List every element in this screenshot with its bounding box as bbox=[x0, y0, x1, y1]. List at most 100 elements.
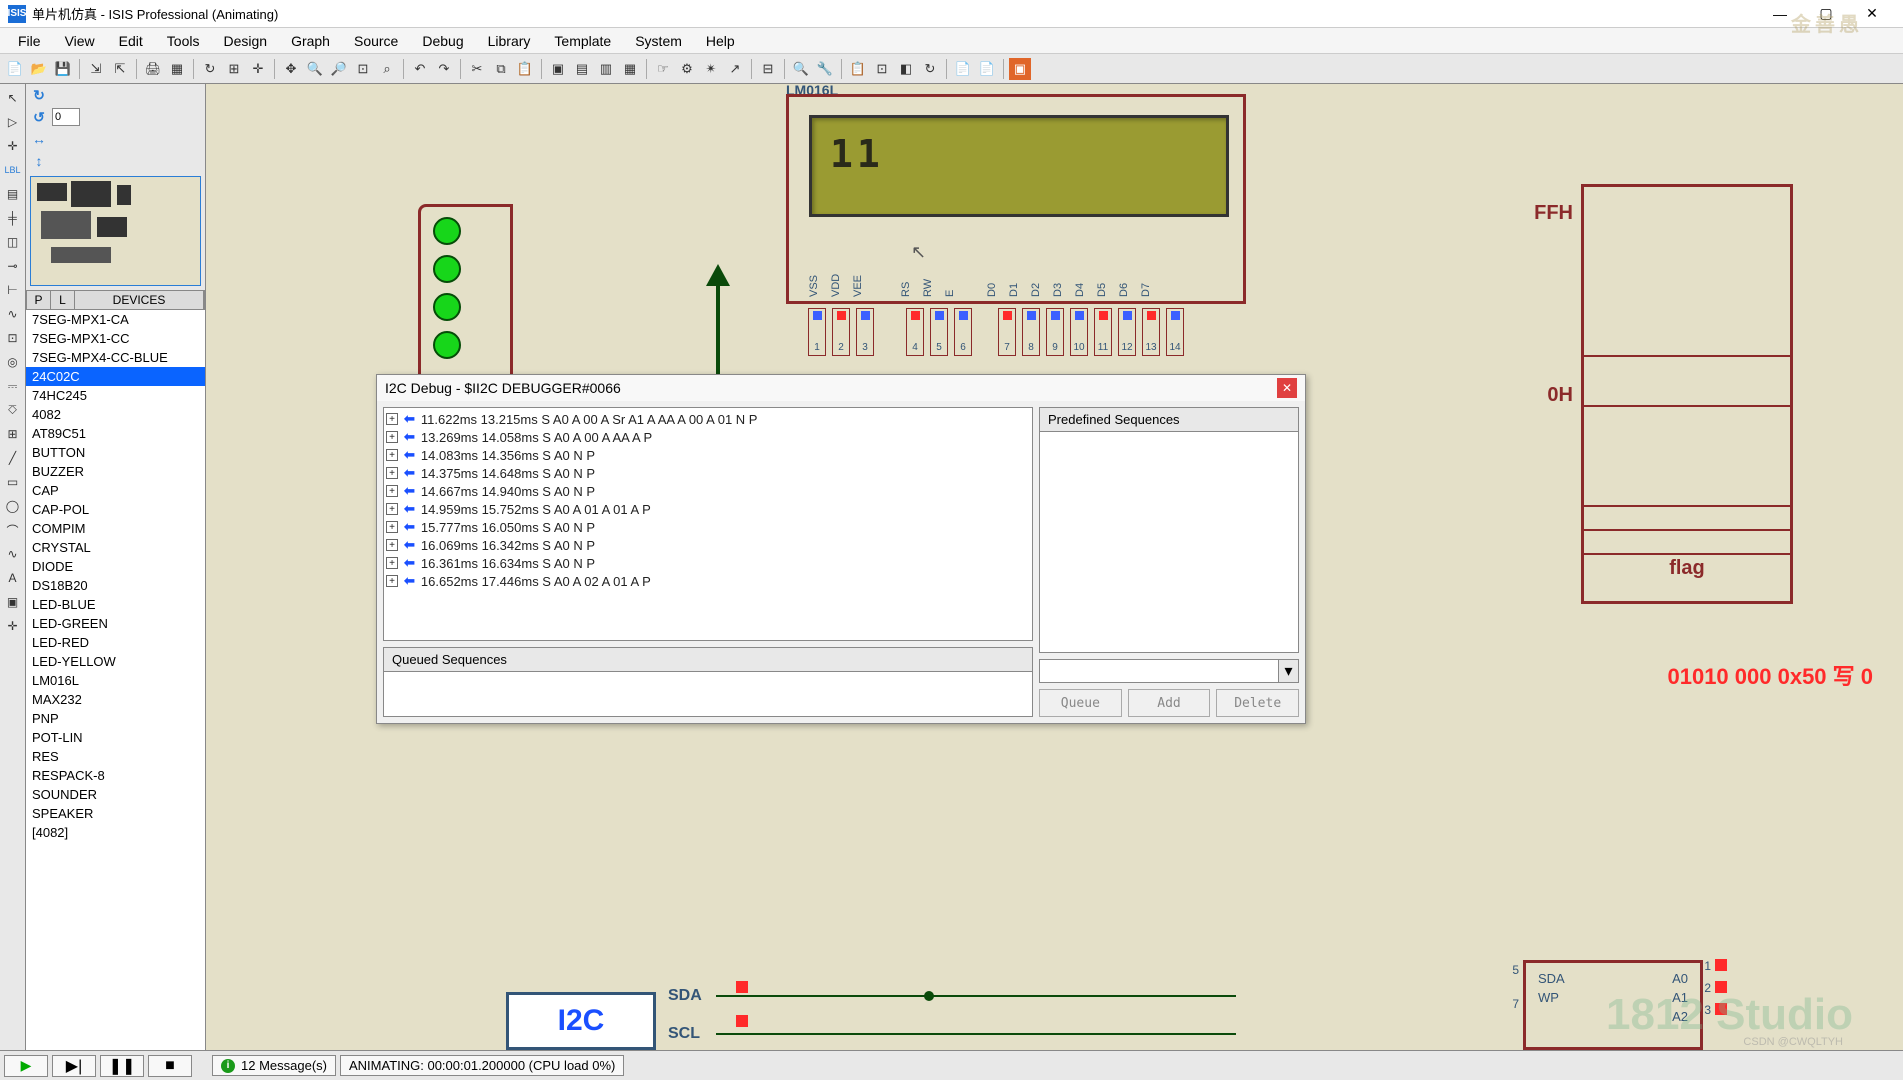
menu-system[interactable]: System bbox=[623, 30, 694, 52]
new-icon[interactable]: 📄 bbox=[4, 58, 26, 80]
undo-icon[interactable]: ↶ bbox=[409, 58, 431, 80]
menu-source[interactable]: Source bbox=[342, 30, 410, 52]
zoomout-icon[interactable]: 🔎 bbox=[328, 58, 350, 80]
expand-icon[interactable]: + bbox=[386, 503, 398, 515]
lcd-pin[interactable]: 12 bbox=[1118, 308, 1136, 356]
messages-status[interactable]: i 12 Message(s) bbox=[212, 1055, 336, 1076]
bus-icon[interactable]: ╪ bbox=[3, 208, 23, 228]
package-icon[interactable]: ✴ bbox=[700, 58, 722, 80]
expand-icon[interactable]: + bbox=[386, 413, 398, 425]
save-icon[interactable]: 💾 bbox=[52, 58, 74, 80]
play-button[interactable]: ▶ bbox=[4, 1055, 48, 1077]
import-icon[interactable]: ⇲ bbox=[85, 58, 107, 80]
schematic-canvas[interactable]: LM016L 11 VSSVDDVEERSRWED0D1D2D3D4D5D6D7… bbox=[206, 84, 1903, 1050]
col-p[interactable]: P bbox=[27, 291, 51, 309]
device-item[interactable]: COMPIM bbox=[26, 519, 205, 538]
device-item[interactable]: LED-BLUE bbox=[26, 595, 205, 614]
2d-box-icon[interactable]: ▭ bbox=[3, 472, 23, 492]
device-item[interactable]: AT89C51 bbox=[26, 424, 205, 443]
make-icon[interactable]: ⚙ bbox=[676, 58, 698, 80]
text-script-icon[interactable]: ▤ bbox=[3, 184, 23, 204]
lcd-pin[interactable]: 11 bbox=[1094, 308, 1112, 356]
device-item[interactable]: SPEAKER bbox=[26, 804, 205, 823]
copy-icon[interactable]: ⧉ bbox=[490, 58, 512, 80]
mirror-h-icon[interactable]: ↔ bbox=[30, 130, 48, 148]
new-sheet-icon[interactable]: 📄 bbox=[952, 58, 974, 80]
device-item[interactable]: 24C02C bbox=[26, 367, 205, 386]
rotate-cw-icon[interactable]: ↻ bbox=[30, 86, 48, 104]
menu-graph[interactable]: Graph bbox=[279, 30, 342, 52]
debug-close-button[interactable]: ✕ bbox=[1277, 378, 1297, 398]
print-icon[interactable]: 🖨 bbox=[142, 58, 164, 80]
menu-debug[interactable]: Debug bbox=[410, 30, 475, 52]
menu-library[interactable]: Library bbox=[476, 30, 543, 52]
terminal-icon[interactable]: ⊸ bbox=[3, 256, 23, 276]
menu-design[interactable]: Design bbox=[211, 30, 279, 52]
delete-button[interactable]: Delete bbox=[1216, 689, 1299, 717]
lcd-pin[interactable]: 7 bbox=[998, 308, 1016, 356]
current-probe-icon[interactable]: ⎏ bbox=[3, 400, 23, 420]
device-item[interactable]: DS18B20 bbox=[26, 576, 205, 595]
mirror-v-icon[interactable]: ↕ bbox=[30, 152, 48, 170]
selection-icon[interactable]: ↖ bbox=[3, 88, 23, 108]
device-item[interactable]: 74HC245 bbox=[26, 386, 205, 405]
device-item[interactable]: [4082] bbox=[26, 823, 205, 842]
add-button[interactable]: Add bbox=[1128, 689, 1211, 717]
menu-template[interactable]: Template bbox=[542, 30, 623, 52]
device-item[interactable]: CAP-POL bbox=[26, 500, 205, 519]
lcd-pin[interactable]: 4 bbox=[906, 308, 924, 356]
device-item[interactable]: PNP bbox=[26, 709, 205, 728]
zoomin-icon[interactable]: 🔍 bbox=[304, 58, 326, 80]
zoomall-icon[interactable]: ⊡ bbox=[352, 58, 374, 80]
menu-file[interactable]: File bbox=[6, 30, 53, 52]
device-item[interactable]: 4082 bbox=[26, 405, 205, 424]
device-item[interactable]: POT-LIN bbox=[26, 728, 205, 747]
lcd-pin[interactable]: 5 bbox=[930, 308, 948, 356]
device-item[interactable]: SOUNDER bbox=[26, 785, 205, 804]
rotate-ccw-icon[interactable]: ↺ bbox=[30, 108, 48, 126]
menu-help[interactable]: Help bbox=[694, 30, 747, 52]
debug-log-row[interactable]: +⬅14.959ms 15.752ms S A0 A 01 A 01 A P bbox=[386, 500, 1030, 518]
pause-button[interactable]: ❚❚ bbox=[100, 1055, 144, 1077]
debug-log-list[interactable]: +⬅11.622ms 13.215ms S A0 A 00 A Sr A1 A … bbox=[383, 407, 1033, 641]
debug-log-row[interactable]: +⬅13.269ms 14.058ms S A0 A 00 A AA A P bbox=[386, 428, 1030, 446]
step-button[interactable]: ▶| bbox=[52, 1055, 96, 1077]
device-list[interactable]: 7SEG-MPX1-CA7SEG-MPX1-CC7SEG-MPX4-CC-BLU… bbox=[26, 310, 205, 1050]
overview-thumbnail[interactable] bbox=[30, 176, 201, 286]
device-pin-icon[interactable]: ⊢ bbox=[3, 280, 23, 300]
2d-circle-icon[interactable]: ◯ bbox=[3, 496, 23, 516]
menu-view[interactable]: View bbox=[53, 30, 107, 52]
expand-icon[interactable]: + bbox=[386, 467, 398, 479]
lcd-pin[interactable]: 2 bbox=[832, 308, 850, 356]
lcd-pin[interactable]: 3 bbox=[856, 308, 874, 356]
area-icon[interactable]: ▦ bbox=[166, 58, 188, 80]
device-item[interactable]: CAP bbox=[26, 481, 205, 500]
cut-icon[interactable]: ✂ bbox=[466, 58, 488, 80]
marker-icon[interactable]: ✛ bbox=[3, 616, 23, 636]
generator-icon[interactable]: ◎ bbox=[3, 352, 23, 372]
redo-icon[interactable]: ↷ bbox=[433, 58, 455, 80]
device-item[interactable]: RESPACK-8 bbox=[26, 766, 205, 785]
lcd-pin[interactable]: 14 bbox=[1166, 308, 1184, 356]
device-item[interactable]: LED-YELLOW bbox=[26, 652, 205, 671]
block-rotate-icon[interactable]: ▥ bbox=[595, 58, 617, 80]
sequence-combo[interactable]: ▾ bbox=[1039, 659, 1299, 683]
device-item[interactable]: LED-RED bbox=[26, 633, 205, 652]
debug-log-row[interactable]: +⬅11.622ms 13.215ms S A0 A 00 A Sr A1 A … bbox=[386, 410, 1030, 428]
i2c-debugger-component[interactable]: I2C bbox=[506, 992, 656, 1050]
debug-log-row[interactable]: +⬅14.375ms 14.648ms S A0 N P bbox=[386, 464, 1030, 482]
lcd-pin[interactable]: 8 bbox=[1022, 308, 1040, 356]
2d-line-icon[interactable]: ╱ bbox=[3, 448, 23, 468]
property-icon[interactable]: 🔧 bbox=[814, 58, 836, 80]
expand-icon[interactable]: + bbox=[386, 485, 398, 497]
block-delete-icon[interactable]: ▦ bbox=[619, 58, 641, 80]
virtual-instrument-icon[interactable]: ⊞ bbox=[3, 424, 23, 444]
del-sheet-icon[interactable]: 📄 bbox=[976, 58, 998, 80]
origin-icon[interactable]: ✛ bbox=[247, 58, 269, 80]
tape-icon[interactable]: ⊡ bbox=[3, 328, 23, 348]
paste-icon[interactable]: 📋 bbox=[514, 58, 536, 80]
refresh-icon[interactable]: ↻ bbox=[199, 58, 221, 80]
debug-log-row[interactable]: +⬅14.083ms 14.356ms S A0 N P bbox=[386, 446, 1030, 464]
graph-icon[interactable]: ∿ bbox=[3, 304, 23, 324]
lcd-pin[interactable]: 6 bbox=[954, 308, 972, 356]
